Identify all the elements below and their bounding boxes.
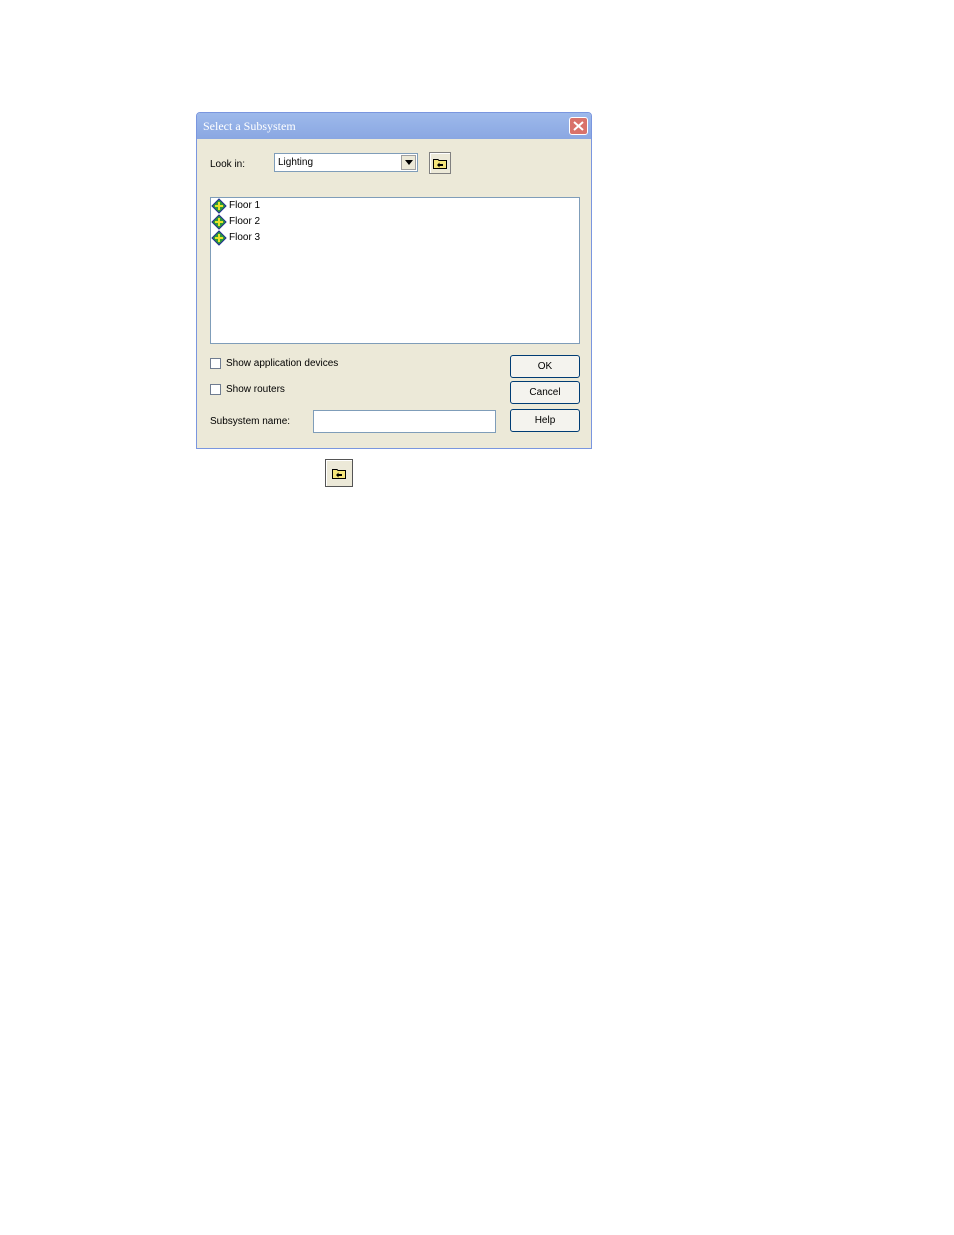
look-in-dropdown[interactable]: Lighting: [274, 153, 418, 172]
dropdown-arrow-button[interactable]: [401, 155, 416, 170]
show-routers-label: Show routers: [226, 384, 285, 395]
show-application-devices-checkbox[interactable]: [210, 358, 221, 369]
subsystem-icon: [211, 198, 227, 214]
ok-button[interactable]: OK: [510, 355, 580, 378]
look-in-value: Lighting: [278, 157, 314, 168]
close-icon: [573, 121, 584, 131]
help-button[interactable]: Help: [510, 409, 580, 432]
list-item-label: Floor 1: [229, 200, 261, 211]
subsystem-name-input[interactable]: [313, 410, 496, 433]
cancel-button[interactable]: Cancel: [510, 381, 580, 404]
chevron-down-icon: [405, 160, 413, 165]
subsystem-name-label: Subsystem name:: [210, 416, 291, 427]
up-one-level-button[interactable]: [429, 152, 451, 174]
subsystem-icon: [211, 214, 227, 230]
close-button[interactable]: [569, 117, 588, 135]
show-application-devices-label: Show application devices: [226, 358, 339, 369]
list-item-label: Floor 2: [229, 216, 261, 227]
folder-up-icon: [332, 469, 346, 479]
look-in-label: Look in:: [210, 159, 246, 170]
folder-up-icon: [433, 159, 447, 169]
select-subsystem-dialog: Select a Subsystem Look in: Lighting Flo…: [196, 112, 592, 449]
dialog-title: Select a Subsystem: [203, 119, 296, 133]
show-routers-checkbox[interactable]: [210, 384, 221, 395]
title-bar[interactable]: Select a Subsystem: [197, 113, 591, 139]
subsystem-list[interactable]: Floor 1 Floor 2 Floor 3: [210, 197, 580, 344]
list-item-label: Floor 3: [229, 232, 261, 243]
up-one-level-button-illustration: [325, 459, 353, 487]
subsystem-icon: [211, 230, 227, 246]
